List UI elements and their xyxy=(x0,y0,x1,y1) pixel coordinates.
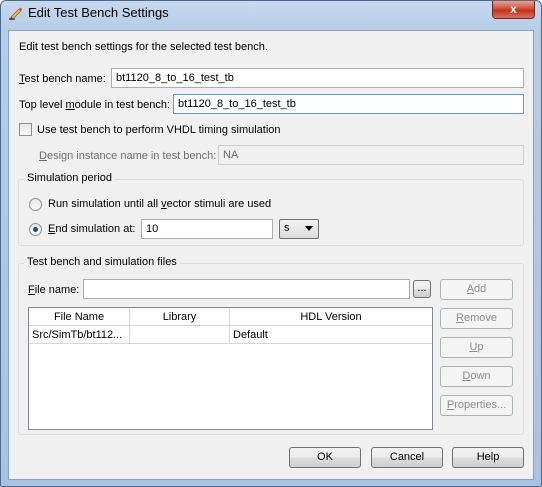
cell-hdl-version: Default xyxy=(230,326,432,344)
time-unit-value: s xyxy=(284,222,290,234)
end-simulation-radio[interactable] xyxy=(29,223,42,236)
cell-file-name: Src/SimTb/bt112... xyxy=(29,326,130,344)
close-icon: x xyxy=(510,2,517,16)
chevron-down-icon xyxy=(305,226,313,231)
close-button[interactable]: x xyxy=(492,1,535,19)
column-header-library[interactable]: Library xyxy=(130,308,230,326)
dialog-window: Edit Test Bench Settings x Edit test ben… xyxy=(0,0,542,487)
help-button[interactable]: Help xyxy=(452,447,524,468)
dialog-body: Edit test bench settings for the selecte… xyxy=(8,30,534,480)
ok-button[interactable]: OK xyxy=(289,447,361,468)
title-bar[interactable]: Edit Test Bench Settings x xyxy=(1,1,541,29)
simulation-period-title: Simulation period xyxy=(24,172,115,184)
vhdl-timing-label: Use test bench to perform VHDL timing si… xyxy=(37,124,281,136)
pencil-edit-icon xyxy=(9,7,22,20)
remove-button[interactable]: Remove xyxy=(440,308,513,329)
run-until-radio[interactable] xyxy=(29,198,42,211)
top-level-module-input[interactable]: bt1120_8_to_16_test_tb xyxy=(173,94,524,114)
test-bench-name-input[interactable]: bt1120_8_to_16_test_tb xyxy=(111,68,524,88)
file-name-input[interactable] xyxy=(83,279,410,299)
properties-button[interactable]: Properties... xyxy=(440,395,513,416)
down-button[interactable]: Down xyxy=(440,366,513,387)
window-title: Edit Test Bench Settings xyxy=(28,5,169,20)
add-button[interactable]: Add xyxy=(440,279,513,300)
end-simulation-label: End simulation at: xyxy=(48,223,136,235)
dialog-description: Edit test bench settings for the selecte… xyxy=(19,41,268,53)
run-until-label: Run simulation until all vector stimuli … xyxy=(48,198,272,210)
column-header-hdl-version[interactable]: HDL Version xyxy=(230,308,432,326)
column-header-file-name[interactable]: File Name xyxy=(29,308,130,326)
end-simulation-input[interactable]: 10 xyxy=(141,219,273,239)
browse-button[interactable]: ... xyxy=(413,280,431,298)
design-instance-input: NA xyxy=(218,145,524,165)
file-name-label: File name: xyxy=(28,284,80,296)
simulation-files-title: Test bench and simulation files xyxy=(24,256,180,268)
design-instance-label: Design instance name in test bench: xyxy=(39,150,217,162)
test-bench-name-label: Test bench name: xyxy=(19,73,106,85)
cancel-button[interactable]: Cancel xyxy=(371,447,443,468)
vhdl-timing-checkbox[interactable] xyxy=(19,123,32,136)
files-table: File Name Library HDL Version Src/SimTb/… xyxy=(28,307,433,430)
cell-library xyxy=(130,326,230,344)
top-level-module-label: Top level module in test bench: xyxy=(19,99,171,111)
time-unit-select[interactable]: s xyxy=(279,219,319,239)
up-button[interactable]: Up xyxy=(440,337,513,358)
